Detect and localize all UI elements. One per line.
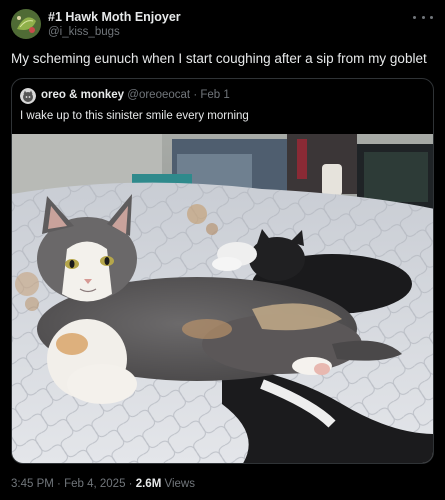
- meta-separator: ·: [128, 478, 133, 490]
- quoted-author-avatar[interactable]: [20, 88, 36, 104]
- quoted-photo[interactable]: [12, 134, 433, 463]
- author-display-name[interactable]: #1 Hawk Moth Enjoyer: [48, 10, 181, 24]
- quoted-header: oreo & monkey @oreoeocat · Feb 1: [41, 89, 230, 101]
- more-dot: [430, 15, 433, 19]
- quoted-separator: ·: [193, 89, 198, 101]
- views-label: Views: [164, 478, 195, 490]
- more-dot: [413, 15, 416, 19]
- more-options-icon[interactable]: [413, 10, 433, 24]
- quoted-display-name[interactable]: oreo & monkey: [41, 89, 124, 101]
- tweet-meta-footer: 3:45 PM · Feb 4, 2025 · 2.6M Views: [11, 478, 195, 490]
- post-time[interactable]: 3:45 PM: [11, 478, 54, 490]
- author-handle[interactable]: @i_kiss_bugs: [48, 26, 120, 38]
- cats-on-bed-photo: [12, 134, 433, 463]
- quoted-date[interactable]: Feb 1: [200, 89, 229, 101]
- quoted-text: I wake up to this sinister smile every m…: [20, 110, 249, 122]
- tweet: #1 Hawk Moth Enjoyer @i_kiss_bugs My sch…: [0, 0, 445, 500]
- cat-avatar-icon: [20, 88, 36, 104]
- author-avatar[interactable]: [11, 9, 41, 39]
- quoted-post[interactable]: oreo & monkey @oreoeocat · Feb 1 I wake …: [11, 78, 434, 464]
- views-count: 2.6M: [135, 478, 162, 490]
- tweet-text: My scheming eunuch when I start coughing…: [11, 51, 427, 66]
- post-date[interactable]: Feb 4, 2025: [64, 478, 125, 490]
- meta-separator: ·: [57, 478, 61, 490]
- green-leaf-avatar-icon: [11, 9, 41, 39]
- quoted-handle[interactable]: @oreoeocat: [127, 89, 190, 101]
- more-dot: [421, 15, 425, 19]
